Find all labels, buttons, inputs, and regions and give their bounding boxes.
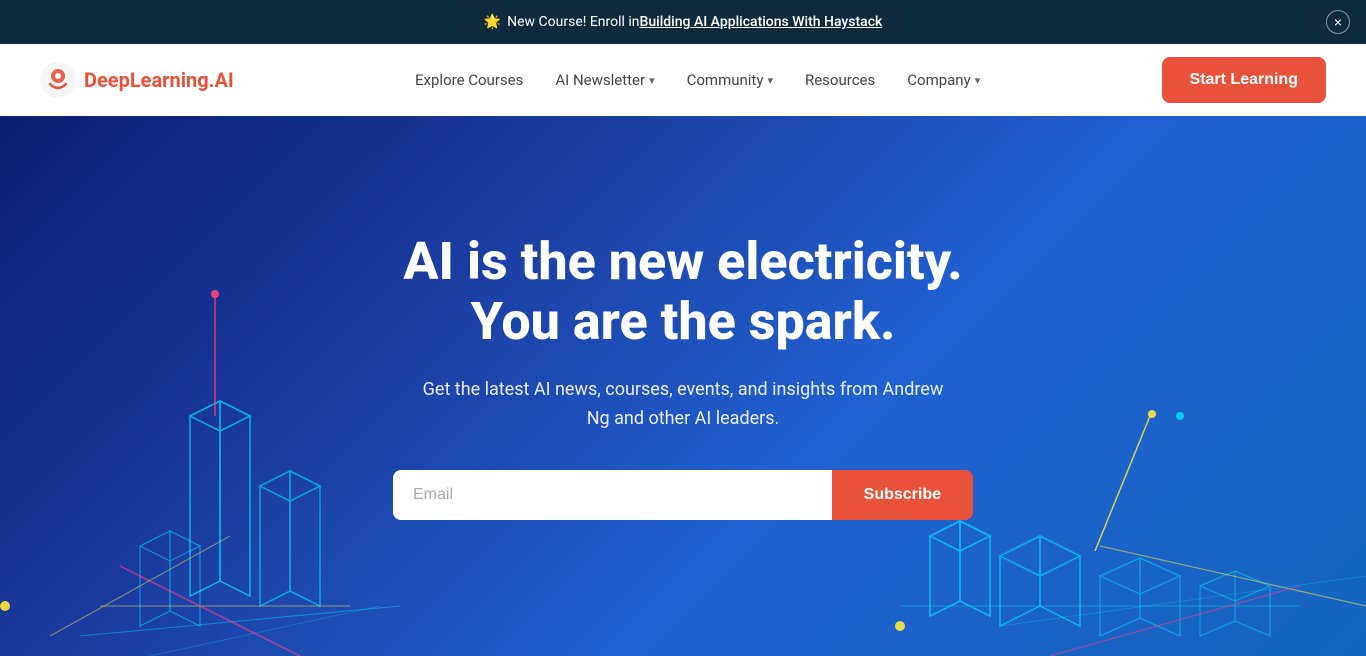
nav-item-company[interactable]: Company ▾: [907, 71, 980, 89]
chevron-down-icon: ▾: [767, 74, 773, 87]
nav-link-resources[interactable]: Resources: [805, 71, 875, 89]
nav-item-resources[interactable]: Resources: [805, 71, 875, 89]
logo-text: DeepLearning.AI: [84, 68, 234, 92]
nav-link-newsletter[interactable]: AI Newsletter ▾: [555, 71, 654, 89]
announcement-link[interactable]: Building AI Applications With Haystack: [640, 14, 883, 30]
logo-icon: [40, 62, 76, 98]
nav-item-explore[interactable]: Explore Courses: [415, 71, 523, 89]
announcement-star: 🌟: [484, 14, 501, 30]
start-learning-button[interactable]: Start Learning: [1162, 57, 1326, 103]
hero-title: AI is the new electricity. You are the s…: [403, 232, 962, 352]
close-button[interactable]: ×: [1326, 10, 1350, 34]
chevron-down-icon: ▾: [649, 74, 655, 87]
chevron-down-icon: ▾: [975, 74, 981, 87]
nav-item-community[interactable]: Community ▾: [687, 71, 773, 89]
nav-link-explore[interactable]: Explore Courses: [415, 71, 523, 89]
logo[interactable]: DeepLearning.AI: [40, 62, 234, 98]
email-input[interactable]: [393, 470, 832, 520]
nav-links: Explore Courses AI Newsletter ▾ Communit…: [415, 71, 980, 89]
nav-link-community[interactable]: Community ▾: [687, 71, 773, 89]
nav-item-newsletter[interactable]: AI Newsletter ▾: [555, 71, 654, 89]
email-form: Subscribe: [393, 470, 973, 520]
subscribe-button[interactable]: Subscribe: [832, 470, 973, 520]
nav-link-company[interactable]: Company ▾: [907, 71, 980, 89]
navbar: DeepLearning.AI Explore Courses AI Newsl…: [0, 44, 1366, 116]
announcement-bar: 🌟 New Course! Enroll in Building AI Appl…: [0, 0, 1366, 44]
hero-subtitle: Get the latest AI news, courses, events,…: [413, 376, 953, 434]
hero-section: AI is the new electricity. You are the s…: [0, 116, 1366, 656]
announcement-text: New Course! Enroll in: [507, 14, 639, 30]
